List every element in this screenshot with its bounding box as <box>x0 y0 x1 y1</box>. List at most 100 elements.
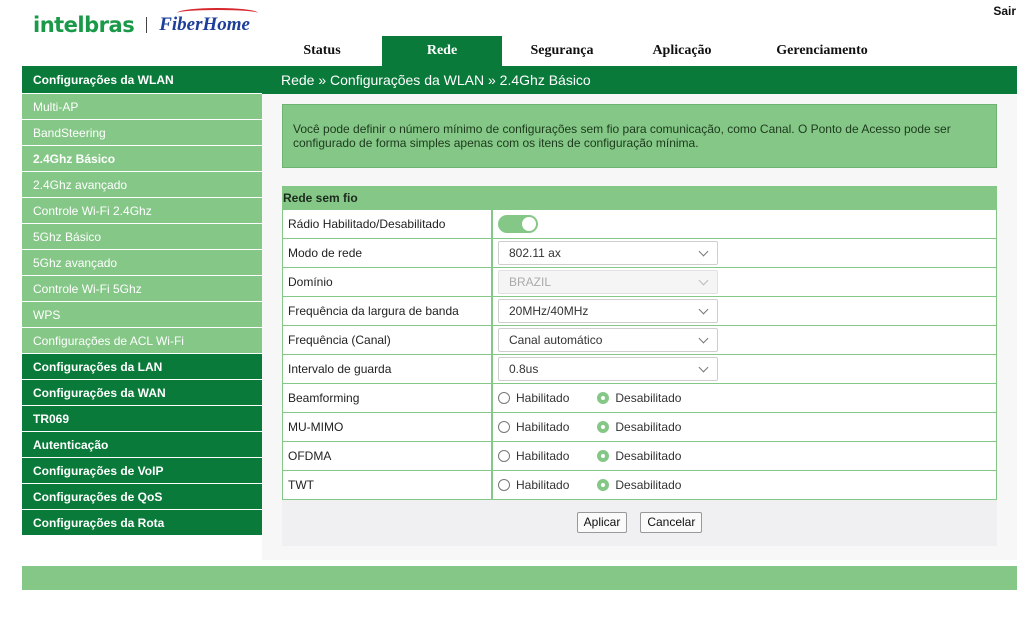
info-text: Você pode definir o número mínimo de con… <box>293 122 951 150</box>
row-label: Beamforming <box>283 384 493 412</box>
radio-label: Desabilitado <box>615 478 682 492</box>
radio-label: Habilitado <box>516 420 570 434</box>
sidebar-section-wan[interactable]: Configurações da WAN <box>22 380 262 406</box>
sidebar-item-controle-wifi-24ghz[interactable]: Controle Wi-Fi 2.4Ghz <box>22 198 262 224</box>
ofdma-enabled-radio[interactable]: Habilitado <box>498 449 569 463</box>
bandwidth-select[interactable]: 20MHz/40MHz <box>498 299 718 323</box>
apply-button[interactable]: Aplicar <box>576 512 628 533</box>
chevron-down-icon <box>698 275 709 285</box>
chevron-down-icon <box>698 362 709 372</box>
sidebar-section-tr069[interactable]: TR069 <box>22 406 262 432</box>
select-value: 20MHz/40MHz <box>509 304 589 318</box>
row-label: Rádio Habilitado/Desabilitado <box>283 210 493 238</box>
select-value: Canal automático <box>509 333 603 347</box>
sidebar: Configurações da WLAN Multi-AP BandSteer… <box>22 66 262 536</box>
beamforming-enabled-radio[interactable]: Habilitado <box>498 391 569 405</box>
form-buttons: Aplicar Cancelar <box>282 512 997 533</box>
sidebar-section-autenticacao[interactable]: Autenticação <box>22 432 262 458</box>
row-modo-de-rede: Modo de rede 802.11 ax <box>282 239 997 268</box>
radio-label: Habilitado <box>516 478 570 492</box>
row-label: Domínio <box>283 268 493 296</box>
footer-bar <box>22 566 1017 590</box>
sidebar-item-multi-ap[interactable]: Multi-AP <box>22 94 262 120</box>
radio-toggle[interactable] <box>498 215 538 233</box>
top-navigation: Status Rede Segurança Aplicação Gerencia… <box>262 36 902 66</box>
row-ofdma: OFDMA Habilitado Desabilitado <box>282 442 997 471</box>
mumimo-enabled-radio[interactable]: Habilitado <box>498 420 569 434</box>
domain-select: BRAZIL <box>498 270 718 294</box>
beamforming-disabled-radio[interactable]: Desabilitado <box>597 391 681 405</box>
tab-aplicacao[interactable]: Aplicação <box>622 36 742 66</box>
radio-circle <box>597 392 610 404</box>
guard-interval-select[interactable]: 0.8us <box>498 357 718 381</box>
toggle-knob <box>522 217 536 231</box>
sidebar-section-lan[interactable]: Configurações da LAN <box>22 354 262 380</box>
twt-disabled-radio[interactable]: Desabilitado <box>597 478 681 492</box>
tab-status[interactable]: Status <box>262 36 382 66</box>
sidebar-section-voip[interactable]: Configurações de VoIP <box>22 458 262 484</box>
channel-select[interactable]: Canal automático <box>498 328 718 352</box>
sidebar-item-wps[interactable]: WPS <box>22 302 262 328</box>
row-dominio: Domínio BRAZIL <box>282 268 997 297</box>
sidebar-section-wlan[interactable]: Configurações da WLAN <box>22 66 262 94</box>
sidebar-section-qos[interactable]: Configurações de QoS <box>22 484 262 510</box>
row-twt: TWT Habilitado Desabilitado <box>282 471 997 500</box>
mumimo-disabled-radio[interactable]: Desabilitado <box>597 420 681 434</box>
sidebar-item-bandsteering[interactable]: BandSteering <box>22 120 262 146</box>
fiberhome-logo: FiberHome <box>159 8 258 35</box>
row-label: Frequência (Canal) <box>283 326 493 354</box>
row-mu-mimo: MU-MIMO Habilitado Desabilitado <box>282 413 997 442</box>
radio-label: Desabilitado <box>615 391 682 405</box>
panel-title: Rede sem fio <box>282 186 997 210</box>
row-label: Intervalo de guarda <box>283 355 493 383</box>
row-label: Modo de rede <box>283 239 493 267</box>
sidebar-item-24ghz-avancado[interactable]: 2.4Ghz avançado <box>22 172 262 198</box>
tab-gerenciamento[interactable]: Gerenciamento <box>742 36 902 66</box>
brand-logo: intelbras FiberHome <box>33 8 258 40</box>
row-label: MU-MIMO <box>283 413 493 441</box>
radio-circle <box>498 392 510 404</box>
radio-circle <box>498 450 510 462</box>
intelbras-logo: intelbras <box>33 13 135 37</box>
row-canal: Frequência (Canal) Canal automático <box>282 326 997 355</box>
radio-label: Desabilitado <box>615 449 682 463</box>
radio-circle <box>498 479 510 491</box>
radio-label: Habilitado <box>516 449 570 463</box>
chevron-down-icon <box>698 304 709 314</box>
sidebar-item-5ghz-avancado[interactable]: 5Ghz avançado <box>22 250 262 276</box>
select-value: 0.8us <box>509 362 539 376</box>
tab-rede[interactable]: Rede <box>382 36 502 66</box>
radio-circle <box>597 450 610 462</box>
logo-divider <box>146 17 148 33</box>
radio-label: Habilitado <box>516 391 570 405</box>
row-intervalo-de-guarda: Intervalo de guarda 0.8us <box>282 355 997 384</box>
radio-circle <box>597 479 610 491</box>
breadcrumb: Rede » Configurações da WLAN » 2.4Ghz Bá… <box>281 72 591 88</box>
select-value: BRAZIL <box>509 275 552 289</box>
row-beamforming: Beamforming Habilitado Desabilitado <box>282 384 997 413</box>
cancel-button[interactable]: Cancelar <box>640 512 703 533</box>
row-label: TWT <box>283 471 493 499</box>
sidebar-item-controle-wifi-5ghz[interactable]: Controle Wi-Fi 5Ghz <box>22 276 262 302</box>
row-largura-de-banda: Frequência da largura de banda 20MHz/40M… <box>282 297 997 326</box>
sidebar-item-acl-wifi[interactable]: Configurações de ACL Wi-Fi <box>22 328 262 354</box>
network-mode-select[interactable]: 802.11 ax <box>498 241 718 265</box>
row-radio: Rádio Habilitado/Desabilitado <box>282 210 997 239</box>
sidebar-item-24ghz-basico[interactable]: 2.4Ghz Básico <box>22 146 262 172</box>
select-value: 802.11 ax <box>509 246 561 260</box>
info-box: Você pode definir o número mínimo de con… <box>282 104 997 168</box>
radio-circle <box>597 421 610 433</box>
sidebar-item-5ghz-basico[interactable]: 5Ghz Básico <box>22 224 262 250</box>
wireless-settings-panel: Rede sem fio Rádio Habilitado/Desabilita… <box>282 186 997 546</box>
tab-seguranca[interactable]: Segurança <box>502 36 622 66</box>
ofdma-disabled-radio[interactable]: Desabilitado <box>597 449 681 463</box>
twt-enabled-radio[interactable]: Habilitado <box>498 478 569 492</box>
logout-link[interactable]: Sair <box>993 4 1016 18</box>
sidebar-section-rota[interactable]: Configurações da Rota <box>22 510 262 536</box>
chevron-down-icon <box>698 246 709 256</box>
chevron-down-icon <box>698 333 709 343</box>
row-label: Frequência da largura de banda <box>283 297 493 325</box>
row-label: OFDMA <box>283 442 493 470</box>
radio-circle <box>498 421 510 433</box>
radio-label: Desabilitado <box>615 420 682 434</box>
